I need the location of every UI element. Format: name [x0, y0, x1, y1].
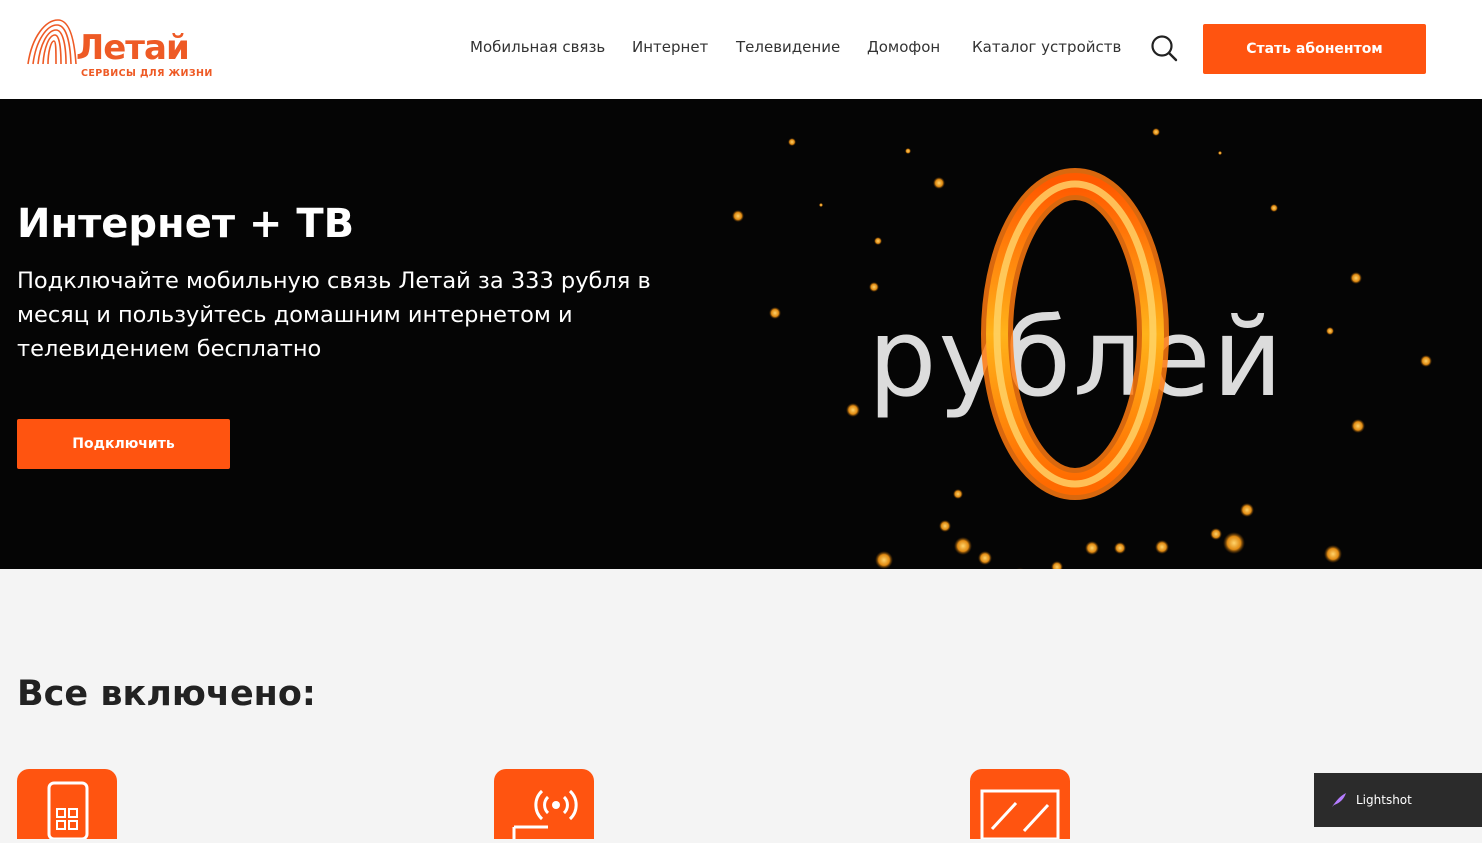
lightshot-widget[interactable]: Lightshot — [1314, 773, 1482, 827]
lightshot-label: Lightshot — [1356, 793, 1412, 807]
logo-arcs-icon — [27, 19, 77, 65]
search-button[interactable] — [1149, 33, 1179, 63]
search-icon — [1151, 35, 1178, 62]
feature-mobile-tile — [17, 769, 117, 841]
router-wifi-icon — [512, 789, 578, 839]
hero-subtitle: Подключайте мобильную связь Летай за 333… — [17, 268, 651, 362]
promo-image: рублей 0 — [720, 99, 1482, 569]
become-subscriber-button[interactable]: Стать абонентом — [1203, 24, 1426, 74]
hero-title: Интернет + ТВ — [17, 201, 355, 247]
feature-internet-tile — [494, 769, 594, 839]
nav-item-internet[interactable]: Интернет — [632, 38, 708, 56]
fire-sparks-decoration: рублей 0 — [732, 128, 1432, 569]
nav-item-intercom[interactable]: Домофон — [867, 38, 940, 56]
brand-logo[interactable]: Летай СЕРВИСЫ ДЛЯ ЖИЗНИ — [24, 16, 214, 86]
feature-tv-tile — [970, 769, 1070, 841]
connect-button[interactable]: Подключить — [17, 419, 230, 469]
nav-item-mobile[interactable]: Мобильная связь — [470, 38, 605, 56]
features-title: Все включено: — [17, 674, 316, 714]
logo-wordmark: Летай — [76, 28, 190, 68]
hero-banner: Интернет + ТВ Подключайте мобильную связ… — [0, 99, 1482, 569]
tv-screen-icon — [980, 789, 1060, 841]
promo-word: рублей — [868, 296, 1285, 421]
nav-item-tv[interactable]: Телевидение — [736, 38, 840, 56]
features-section: Все включено: — [0, 569, 1482, 841]
feather-icon — [1332, 793, 1346, 807]
smartphone-apps-icon — [47, 781, 89, 841]
nav-item-devices[interactable]: Каталог устройств — [972, 38, 1121, 56]
promo-number: 0 — [1075, 218, 1076, 220]
site-header: Летай СЕРВИСЫ ДЛЯ ЖИЗНИ Мобильная связь … — [0, 0, 1482, 99]
logo-tagline: СЕРВИСЫ ДЛЯ ЖИЗНИ — [81, 68, 213, 79]
